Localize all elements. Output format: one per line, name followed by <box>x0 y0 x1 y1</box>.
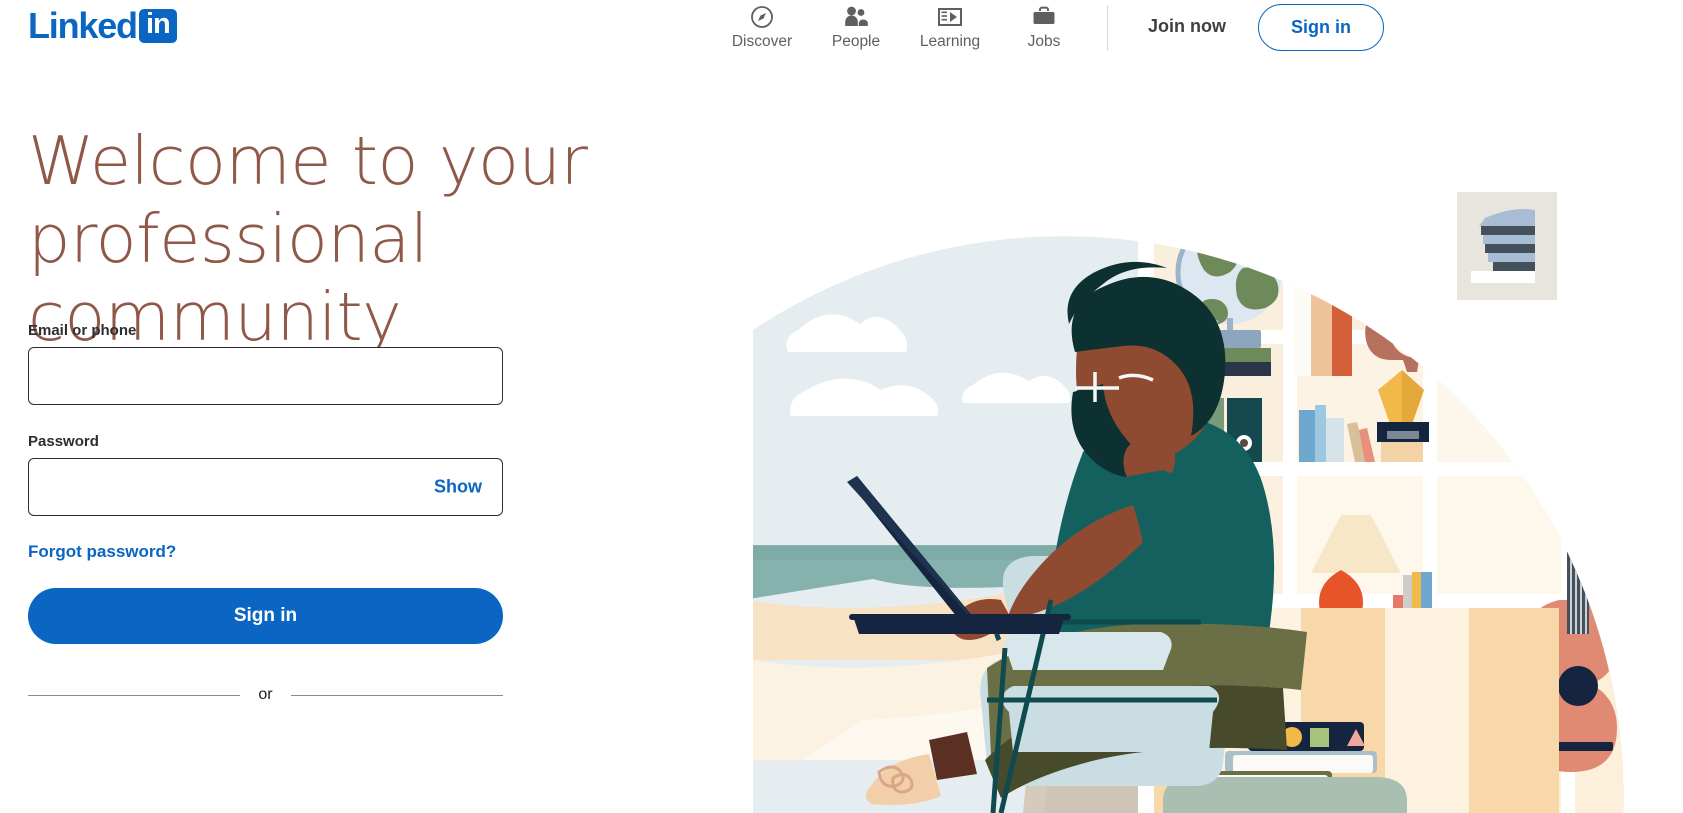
divider-label: or <box>258 686 273 703</box>
show-password-button[interactable]: Show <box>428 473 488 502</box>
sign-in-form: Email or phone Password Show Forgot pass… <box>28 322 504 704</box>
sign-in-header-button[interactable]: Sign in <box>1258 4 1384 51</box>
headline-line-1: Welcome to your <box>28 122 588 200</box>
nav-item-learning[interactable]: Learning <box>903 0 997 50</box>
nav-label-jobs: Jobs <box>1027 33 1061 50</box>
compass-icon <box>750 4 774 30</box>
briefcase-icon <box>1031 4 1057 30</box>
nav-label-people: People <box>831 33 881 50</box>
nav-label-discover: Discover <box>731 33 793 50</box>
join-now-button[interactable]: Join now <box>1126 6 1248 47</box>
wall-art-frame <box>1457 192 1557 300</box>
logo-in-box: in <box>138 9 177 43</box>
linkedin-login-page: Linked in Discover People Learning Jobs … <box>0 0 1683 813</box>
password-label: Password <box>28 433 99 450</box>
logo-wordmark: Linked <box>28 5 138 46</box>
nav-item-people[interactable]: People <box>809 0 903 50</box>
password-field-box[interactable]: Show <box>28 458 503 516</box>
nav-item-jobs[interactable]: Jobs <box>997 0 1091 50</box>
learning-play-icon <box>937 4 963 30</box>
linkedin-logo[interactable]: Linked in <box>28 8 177 44</box>
nav-divider <box>1107 5 1108 51</box>
email-input[interactable] <box>29 348 502 404</box>
field-gap <box>28 405 503 433</box>
divider-rule-right <box>290 694 504 696</box>
email-field-box[interactable] <box>28 347 503 405</box>
nav-label-learning: Learning <box>919 33 981 50</box>
page-title: Welcome to your professional community <box>28 122 728 356</box>
divider-rule-left <box>28 694 241 696</box>
email-label: Email or phone <box>28 322 137 339</box>
forgot-password-link[interactable]: Forgot password? <box>28 542 176 562</box>
hero-illustration <box>743 0 1683 813</box>
sign-in-submit-button[interactable]: Sign in <box>28 588 503 644</box>
nav-item-discover[interactable]: Discover <box>715 0 809 50</box>
primary-nav: Discover People Learning Jobs Join now S… <box>715 0 1384 62</box>
site-header: Linked in Discover People Learning Jobs … <box>0 0 1683 62</box>
or-divider: or <box>28 686 504 704</box>
people-icon <box>843 4 869 30</box>
